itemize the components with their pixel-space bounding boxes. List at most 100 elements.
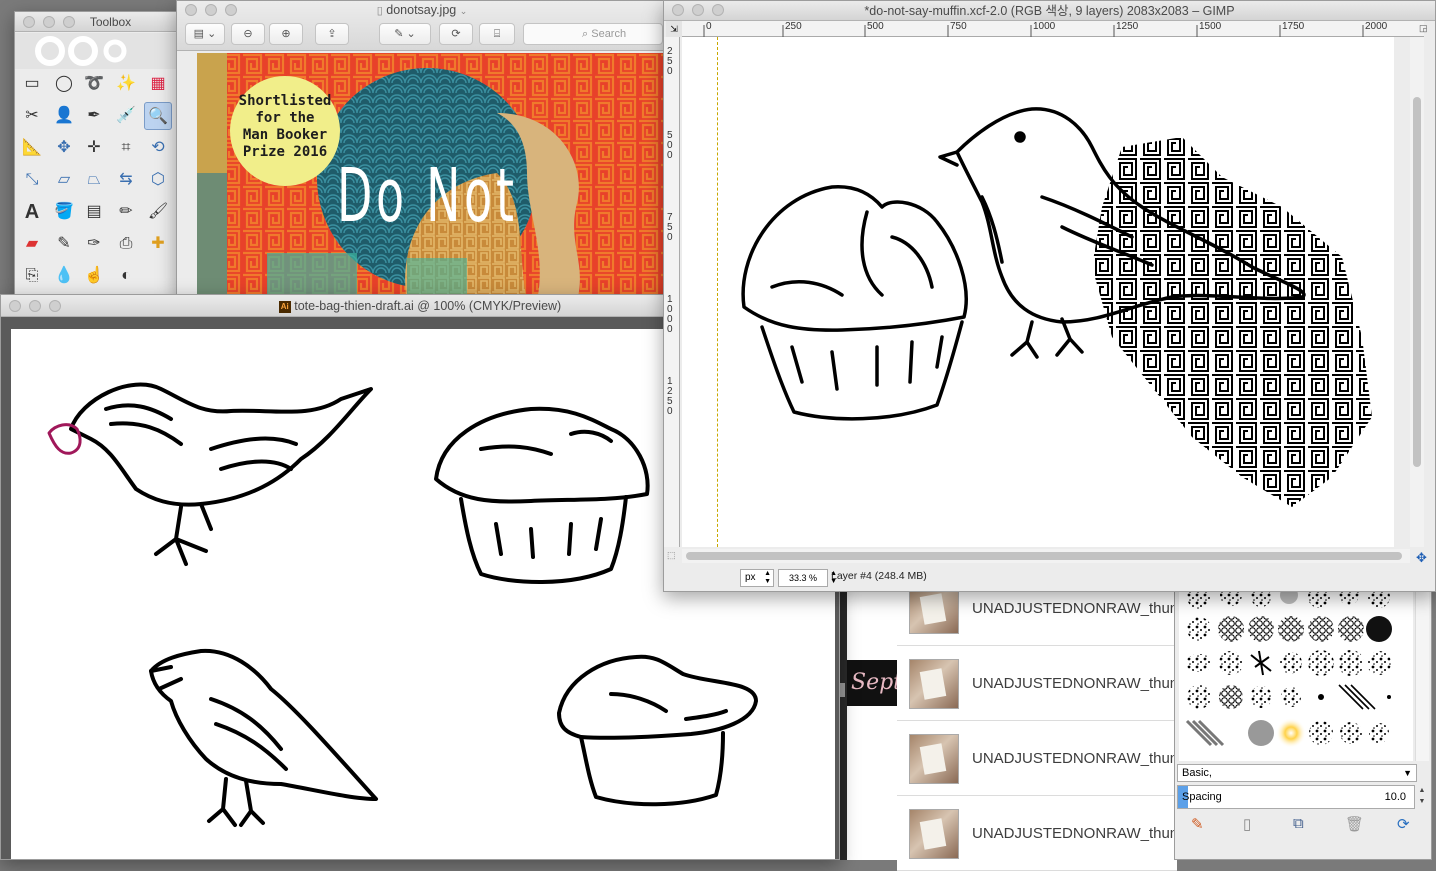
blur-icon[interactable]: 💧	[50, 262, 78, 290]
image-canvas[interactable]	[682, 37, 1394, 547]
scale-icon[interactable]: ⤡	[18, 166, 46, 194]
muffin-drawing	[741, 185, 968, 332]
zoom-button[interactable]	[712, 4, 724, 16]
gimp-titlebar[interactable]: *do-not-say-muffin.xcf-2.0 (RGB 색상, 9 la…	[664, 1, 1435, 21]
zoom-icon[interactable]: 🔍	[144, 102, 172, 130]
gimp-title: *do-not-say-muffin.xcf-2.0 (RGB 색상, 9 la…	[864, 4, 1235, 18]
brush-scrollbar[interactable]	[1415, 585, 1429, 761]
navigate-icon[interactable]: ◲	[1419, 23, 1431, 35]
bucket-fill-icon[interactable]: 🪣	[50, 198, 78, 226]
shear-icon[interactable]: ▱	[50, 166, 78, 194]
ruler-tick: 1500	[1199, 21, 1222, 32]
toolbox-window: Toolbox ▭ ◯ ➰ ✨ ▦ ✂ 👤 ✒ 💉 🔍 📐 ✥ ✛ ⌗ ⟲ ⤡ …	[14, 11, 177, 303]
preview-window: ▯ donotsay.jpg ⌄ ▤ ⌄ ⊖ ⊕ ⇪ ✎ ⌄ ⟳ ⌸ ⌕ Sea…	[176, 0, 668, 300]
zoom-out-button[interactable]: ⊖	[231, 23, 265, 45]
horizontal-scrollbar[interactable]	[682, 549, 1410, 563]
photo-name: UNADJUSTEDNONRAW_thum	[972, 750, 1183, 767]
sidebar-toggle-button[interactable]: ▤ ⌄	[185, 23, 225, 45]
rotate-icon[interactable]: ⟲	[144, 134, 172, 162]
scissors-icon[interactable]: ✂	[18, 102, 46, 130]
heal-icon[interactable]: ✚	[144, 230, 172, 258]
share-button[interactable]: ⇪	[315, 23, 349, 45]
ruler-tick: 500	[867, 21, 884, 32]
spacing-slider[interactable]: Spacing 10.0	[1177, 785, 1415, 809]
text-icon[interactable]: A	[18, 198, 46, 226]
chevron-down-icon[interactable]: ⌄	[460, 6, 468, 16]
zoom-corner-icon[interactable]: ⬚	[667, 550, 676, 561]
ruler-horizontal[interactable]: 0 250 500 750 1000 1250 1500 1750 2000	[682, 21, 1424, 37]
minimize-button[interactable]	[43, 16, 55, 28]
smudge-icon[interactable]: ☝	[80, 262, 108, 290]
list-item[interactable]: UNADJUSTEDNONRAW_thum	[897, 722, 1182, 796]
color-picker-icon[interactable]: 💉	[112, 102, 140, 130]
photo-list: UNADJUSTEDNONRAW_thum UNADJUSTEDNONRAW_t…	[897, 572, 1182, 871]
vertical-scrollbar[interactable]	[1410, 37, 1424, 547]
pencil-icon[interactable]: ✏	[112, 198, 140, 226]
free-select-icon[interactable]: ➰	[80, 70, 108, 98]
unit-select[interactable]: px ▲ ▼	[740, 569, 774, 587]
airbrush-icon[interactable]: ✎	[50, 230, 78, 258]
foreground-select-icon[interactable]: 👤	[50, 102, 78, 130]
list-item[interactable]: UNADJUSTEDNONRAW_thum	[897, 647, 1182, 721]
pan-icon[interactable]: ✥	[1416, 550, 1427, 566]
badge-line: for the	[255, 110, 315, 126]
status-text: Layer #4 (248.4 MB)	[831, 570, 927, 582]
rect-select-icon[interactable]: ▭	[18, 70, 46, 98]
select-by-color-icon[interactable]: ▦	[144, 70, 172, 98]
search-input[interactable]: ⌕ Search	[523, 23, 663, 45]
search-placeholder: Search	[591, 28, 627, 40]
perspective-icon[interactable]: ⏢	[80, 166, 108, 194]
zoom-button[interactable]	[49, 300, 61, 312]
refresh-brushes-icon[interactable]: ⟳	[1397, 815, 1410, 833]
ruler-tick: 1000	[667, 294, 673, 335]
delete-brush-icon[interactable]: 🗑	[1345, 815, 1364, 833]
quick-mask-corner[interactable]: ⇲	[666, 21, 682, 37]
brush-grid[interactable]	[1179, 585, 1413, 761]
cage-icon[interactable]: ⬡	[144, 166, 172, 194]
ruler-vertical[interactable]: 250 500 750 1000 1250	[664, 37, 680, 547]
close-button[interactable]	[23, 16, 35, 28]
duplicate-brush-icon[interactable]: ⧉	[1293, 815, 1304, 832]
dodge-burn-icon[interactable]: ◐	[112, 262, 140, 290]
photo-thumbnail	[909, 734, 959, 784]
minimize-button[interactable]	[692, 4, 704, 16]
fuzzy-select-icon[interactable]: ✨	[112, 70, 140, 98]
zoom-in-button[interactable]: ⊕	[269, 23, 303, 45]
rotate-button[interactable]: ⟳	[439, 23, 473, 45]
vertical-scroll-thumb[interactable]	[1413, 97, 1421, 467]
flip-icon[interactable]: ⇆	[112, 166, 140, 194]
edit-brush-icon[interactable]: ✎	[1191, 815, 1204, 833]
toolbox-titlebar[interactable]: Toolbox	[15, 12, 176, 32]
markup-button[interactable]: ✎ ⌄	[379, 23, 431, 45]
clone-icon[interactable]: ⎙	[112, 230, 140, 258]
zoom-select[interactable]: 33.3 % ▲ ▼	[778, 569, 837, 587]
ink-icon[interactable]: ✑	[80, 230, 108, 258]
crop-icon[interactable]: ⌗	[112, 134, 140, 162]
new-brush-icon[interactable]: ▯	[1243, 815, 1251, 833]
blend-icon[interactable]: ▤	[80, 198, 108, 226]
preset-select[interactable]: Basic, ▼	[1177, 764, 1417, 782]
paintbrush-icon[interactable]: 🖌	[144, 198, 172, 226]
move-icon[interactable]: ✥	[50, 134, 78, 162]
toolbox-title: Toolbox	[89, 15, 132, 29]
close-button[interactable]	[9, 300, 21, 312]
horizontal-scroll-thumb[interactable]	[686, 552, 1402, 560]
toolbox-button[interactable]: ⌸	[479, 23, 515, 45]
perspective-clone-icon[interactable]: ⎘	[18, 262, 46, 290]
ruler-tick: 0	[706, 21, 712, 32]
zoom-button[interactable]	[63, 16, 75, 28]
ruler-tick: 750	[667, 212, 673, 243]
minimize-button[interactable]	[29, 300, 41, 312]
wilber-logo	[15, 33, 176, 69]
measure-icon[interactable]: 📐	[18, 134, 46, 162]
preview-titlebar[interactable]: ▯ donotsay.jpg ⌄ ▤ ⌄ ⊖ ⊕ ⇪ ✎ ⌄ ⟳ ⌸ ⌕ Sea…	[177, 1, 667, 51]
guide-line	[717, 37, 718, 547]
eraser-icon[interactable]: ▰	[18, 230, 46, 258]
share-icon: ⇪	[327, 28, 337, 40]
close-button[interactable]	[672, 4, 684, 16]
ellipse-select-icon[interactable]: ◯	[50, 70, 78, 98]
zoom-in-icon: ⊕	[281, 28, 291, 40]
spacing-stepper[interactable]: ▲ ▼	[1416, 785, 1428, 809]
paths-icon[interactable]: ✒	[80, 102, 108, 130]
align-icon[interactable]: ✛	[80, 134, 108, 162]
